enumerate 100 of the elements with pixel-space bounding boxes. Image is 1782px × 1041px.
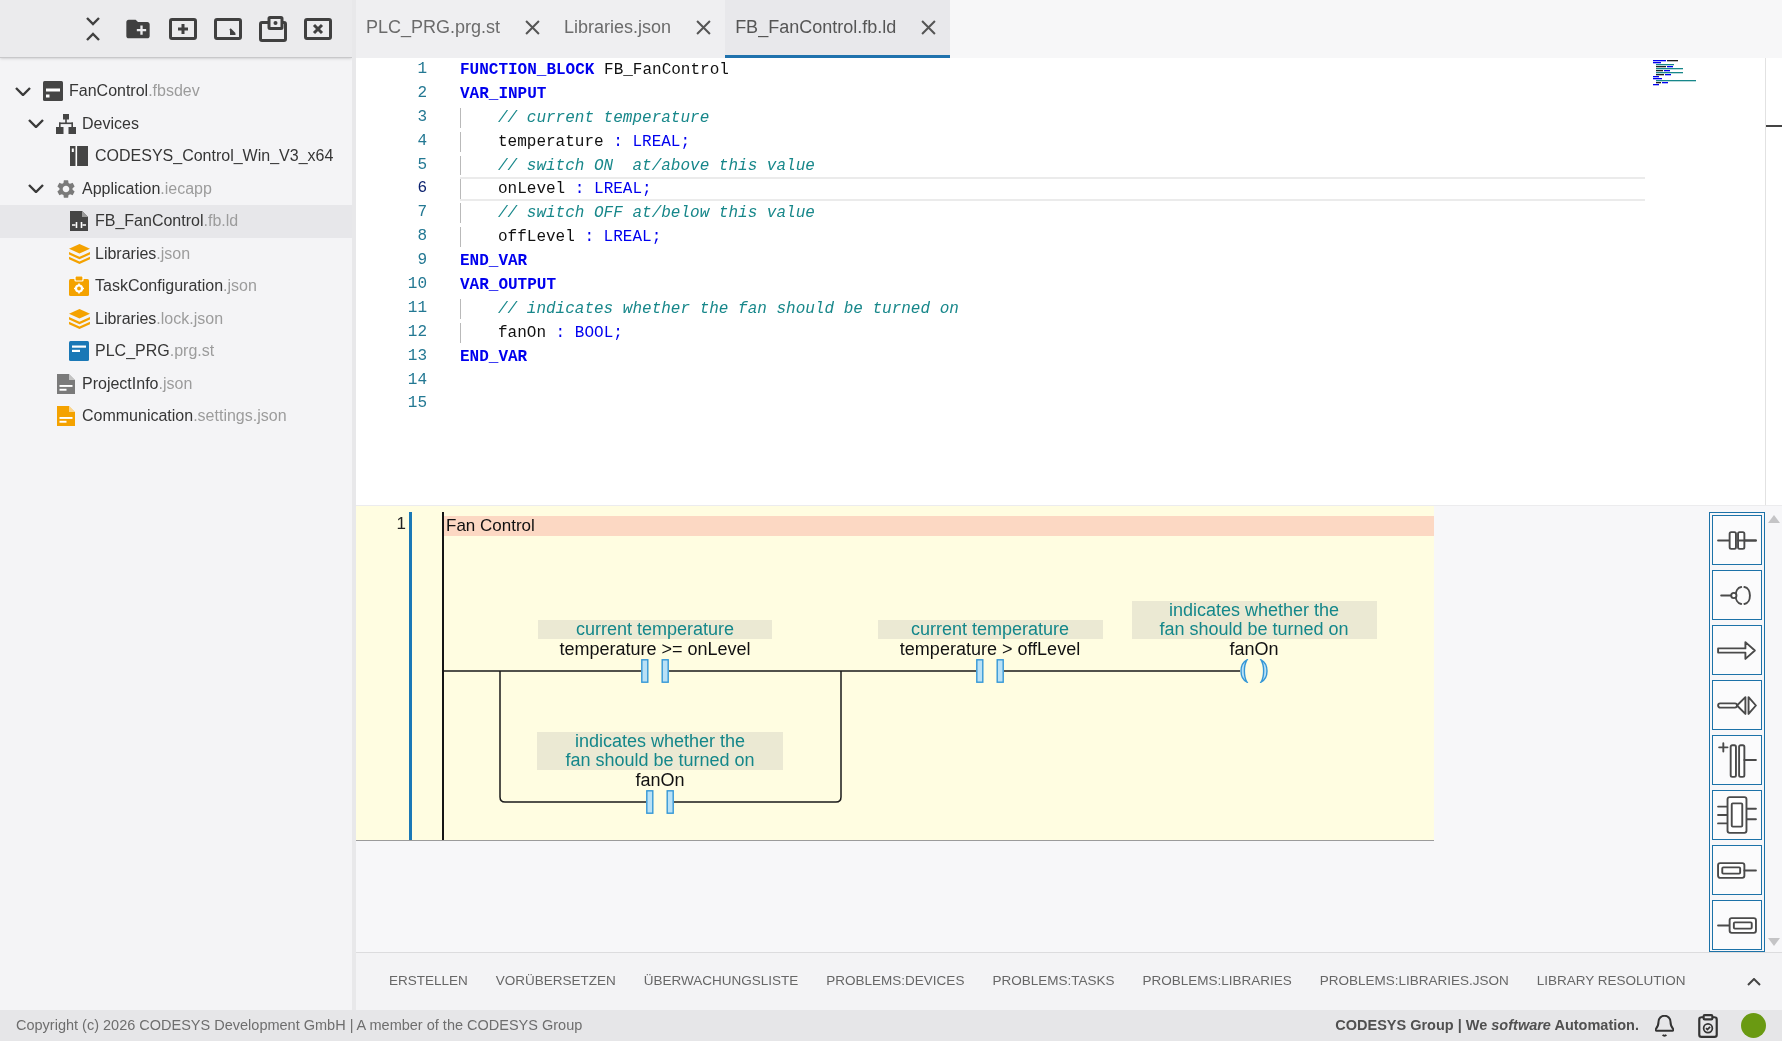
ladder-file-icon: [70, 211, 88, 232]
window-stack-icon: [259, 15, 287, 42]
line-number: 12: [406, 321, 427, 343]
toolbox-button[interactable]: [1712, 845, 1762, 895]
panel-tab[interactable]: PROBLEMS:DEVICES: [826, 971, 965, 992]
tree-item[interactable]: Libraries.json: [0, 237, 352, 270]
network-title: Fan Control: [444, 516, 1434, 536]
close-tab-button[interactable]: [695, 19, 712, 36]
line-number: 10: [406, 274, 427, 295]
toolbox-button[interactable]: [1712, 570, 1762, 620]
code-line: // indicates whether the fan should be turned on: [498, 298, 959, 320]
tree-item[interactable]: PLC_PRG.prg.st: [0, 335, 352, 368]
position-marker-icon: [1766, 125, 1782, 127]
coil-icon: [1238, 659, 1270, 683]
coil-icon: [1720, 585, 1754, 605]
code-line: temperature : LREAL;: [498, 131, 691, 153]
chevron-down-icon[interactable]: [15, 86, 31, 96]
close-tab-button[interactable]: [920, 19, 937, 36]
line-number: 9: [416, 250, 427, 272]
comment-note: current temperature: [538, 620, 772, 639]
variable-label: temperature > offLevel: [899, 640, 1081, 659]
tasks-button[interactable]: [1697, 1013, 1719, 1038]
code-line: offLevel : LREAL;: [498, 227, 662, 249]
text-file-icon: [69, 341, 89, 362]
comment-note: current temperature: [877, 620, 1103, 639]
tree-item[interactable]: ProjectInfo.json: [0, 367, 352, 400]
line-number: 14: [406, 369, 427, 391]
code-line: // switch OFF at/below this value: [498, 203, 815, 225]
box-input-icon: [1717, 916, 1757, 934]
copyright-text: Copyright (c) 2026 CODESYS Development GmbH | A member of the CODESYS Group: [16, 1015, 583, 1035]
code-line: VAR_OUTPUT: [460, 274, 556, 296]
close-icon: [524, 20, 540, 35]
import-button[interactable]: [259, 14, 287, 43]
panel-tab[interactable]: PROBLEMS:LIBRARIES.JSON: [1319, 971, 1509, 992]
window-plus-icon: [169, 17, 197, 40]
line-number: 2: [416, 82, 427, 104]
line-number: 8: [416, 226, 427, 248]
block-icon: [1717, 796, 1757, 834]
tree-item[interactable]: FB_FanControl.fb.ld: [0, 205, 352, 238]
panel-tab[interactable]: PROBLEMS:TASKS: [992, 971, 1115, 992]
window-close-icon: [304, 17, 332, 40]
toolbox-button[interactable]: [1712, 515, 1762, 565]
line-number: 7: [416, 202, 427, 224]
box-output-icon: [1717, 861, 1757, 879]
close-icon: [695, 20, 711, 35]
panel-tab[interactable]: LIBRARY RESOLUTION: [1536, 971, 1686, 992]
tree-item[interactable]: Application.iecapp: [0, 172, 352, 205]
arrow-icon: [1717, 639, 1757, 661]
contact-icon: [1717, 530, 1757, 550]
hierarchy-icon: [56, 113, 76, 134]
clipboard-gear-icon: [69, 276, 89, 297]
editor-tab[interactable]: Libraries.json: [554, 0, 726, 58]
line-number: 1: [416, 59, 427, 80]
network-number: 1: [396, 514, 406, 533]
code-line: END_VAR: [460, 251, 528, 273]
tree-item[interactable]: Devices: [0, 107, 352, 140]
close-icon: [920, 20, 936, 35]
tree-item[interactable]: Libraries.lock.json: [0, 302, 352, 335]
toolbox-button[interactable]: [1712, 735, 1762, 785]
toolbox-button[interactable]: [1712, 790, 1762, 840]
line-number: 4: [416, 130, 427, 152]
toolbox-button[interactable]: [1712, 680, 1762, 730]
panel-tab[interactable]: ERSTELLEN: [389, 971, 468, 992]
close-tab-button[interactable]: [524, 19, 541, 36]
panel-tab[interactable]: ÜBERWACHUNGSLISTE: [643, 971, 799, 992]
code-line: onLevel : LREAL;: [498, 179, 652, 201]
collapse-icon: [85, 15, 101, 42]
variable-label: fanOn: [1229, 640, 1279, 659]
toolbox-button[interactable]: [1712, 625, 1762, 675]
server-icon: [69, 146, 89, 167]
editor-tab[interactable]: FB_FanControl.fb.ld: [725, 0, 951, 58]
add-contact-icon: [1717, 741, 1757, 779]
line-number: 11: [406, 297, 427, 319]
chevron-up-icon: [1747, 977, 1761, 986]
line-number: 3: [416, 106, 427, 128]
triangles-icon: [1717, 694, 1757, 716]
chevron-down-icon[interactable]: [28, 184, 44, 194]
line-number: 13: [406, 345, 427, 367]
tree-item[interactable]: TaskConfiguration.json: [0, 270, 352, 303]
line-number: 15: [406, 393, 427, 415]
layers-icon: [68, 308, 90, 329]
tree-item[interactable]: FanControl.fbsdev: [0, 75, 352, 108]
document-icon: [57, 373, 75, 394]
tree-item[interactable]: Communication.settings.json: [0, 400, 352, 433]
variable-label: temperature >= onLevel: [559, 640, 751, 659]
panel-tab[interactable]: VORÜBERSETZEN: [495, 971, 616, 992]
code-line: FUNCTION_BLOCK FB_FanControl: [460, 59, 729, 81]
code-line: // switch ON at/above this value: [498, 155, 815, 177]
notifications-button[interactable]: [1653, 1013, 1675, 1038]
code-line: END_VAR: [460, 346, 528, 368]
editor-tab[interactable]: PLC_PRG.prg.st: [356, 0, 555, 58]
document-icon: [57, 406, 75, 427]
panel-tab[interactable]: PROBLEMS:LIBRARIES: [1142, 971, 1292, 992]
chevron-down-icon[interactable]: [28, 119, 44, 129]
comment-note: indicates whether the fan should be turned on: [1131, 601, 1377, 639]
code-line: // current temperature: [498, 107, 710, 129]
toolbox-button[interactable]: [1712, 900, 1762, 950]
tagline-text: CODESYS Group | We software Automation.: [1335, 1015, 1639, 1035]
layers-icon: [68, 243, 90, 264]
tree-item[interactable]: CODESYS_Control_Win_V3_x64: [0, 140, 352, 173]
